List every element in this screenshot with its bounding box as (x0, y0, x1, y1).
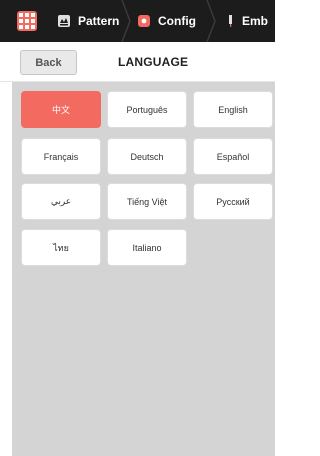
language-grid: 中文 Português English Français Deutsch Es… (12, 82, 275, 456)
tab-emb[interactable]: Emb (227, 0, 268, 42)
language-option-spanish[interactable]: Español (193, 138, 273, 175)
tab-config[interactable]: Config (137, 0, 196, 42)
language-option-chinese[interactable]: 中文 (21, 91, 101, 128)
back-button[interactable]: Back (20, 50, 77, 75)
tab-emb-label: Emb (242, 14, 269, 28)
language-option-thai[interactable]: ไทย (21, 229, 101, 266)
language-option-portuguese[interactable]: Português (107, 91, 187, 128)
home-tab[interactable] (0, 0, 54, 42)
top-tab-bar: Pattern Config Emb (0, 0, 275, 42)
tab-pattern-label: Pattern (78, 14, 120, 28)
tab-separator (121, 0, 131, 42)
page-header: Back LANGUAGE (0, 42, 275, 82)
tab-pattern[interactable]: Pattern (57, 0, 119, 42)
language-option-arabic[interactable]: عربي (21, 183, 101, 220)
language-option-russian[interactable]: Русский (193, 183, 273, 220)
needle-icon (227, 14, 235, 28)
tab-separator (206, 0, 216, 42)
language-option-french[interactable]: Français (21, 138, 101, 175)
language-option-german[interactable]: Deutsch (107, 138, 187, 175)
language-option-italian[interactable]: Italiano (107, 229, 187, 266)
pattern-icon (57, 14, 71, 28)
grid-menu-icon (17, 11, 37, 31)
page-title: LANGUAGE (118, 55, 189, 69)
config-icon (137, 14, 151, 28)
language-option-english[interactable]: English (193, 91, 273, 128)
language-option-vietnamese[interactable]: Tiếng Việt (107, 183, 187, 220)
tab-config-label: Config (158, 14, 196, 28)
